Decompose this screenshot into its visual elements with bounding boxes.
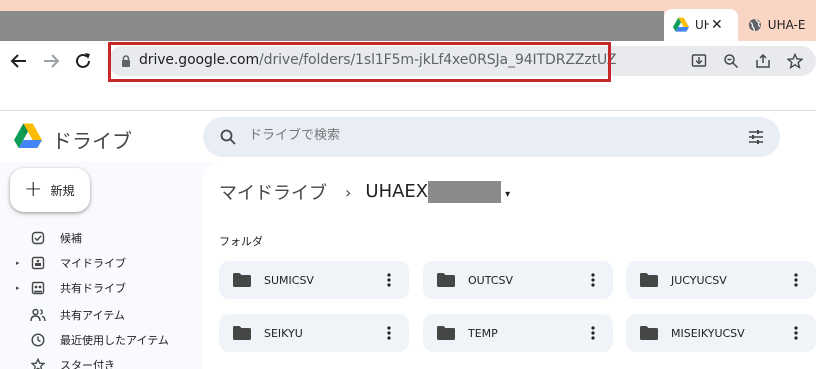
download-icon xyxy=(691,54,707,67)
folder-icon xyxy=(233,273,251,287)
expand-caret-icon[interactable]: ▸ xyxy=(16,284,24,292)
google-drive-icon xyxy=(673,17,689,32)
more-options-button[interactable] xyxy=(583,270,603,290)
folder-card[interactable]: JUCYUCSV xyxy=(626,261,816,299)
tab-title: UHA-E xyxy=(767,18,806,32)
folder-card[interactable]: TEMP xyxy=(423,314,613,352)
sidebar-item-label: マイドライブ xyxy=(60,257,126,270)
zoom-out-icon xyxy=(724,54,739,69)
more-vert-icon xyxy=(591,326,595,340)
folder-name: SEIKYU xyxy=(264,327,303,340)
more-options-button[interactable] xyxy=(379,323,399,343)
zoom-button[interactable] xyxy=(721,51,741,71)
sidebar-item-label: スター付き xyxy=(60,359,115,369)
redacted-tab-area xyxy=(0,11,664,41)
folder-card[interactable]: SUMICSV xyxy=(219,261,409,299)
globe-icon xyxy=(748,18,761,32)
star-icon xyxy=(30,357,46,369)
breadcrumb-root[interactable]: マイドライブ xyxy=(219,179,327,205)
tab-title: UHAEX xyxy=(695,18,709,32)
people-icon xyxy=(30,307,46,323)
back-button[interactable] xyxy=(8,50,30,72)
share-icon xyxy=(756,53,770,68)
search-input[interactable] xyxy=(249,128,729,143)
folder-icon xyxy=(437,273,455,287)
folder-name: OUTCSV xyxy=(468,274,513,287)
more-vert-icon xyxy=(387,326,391,340)
more-vert-icon xyxy=(794,326,798,340)
breadcrumb-current[interactable]: UHAEX ▾ xyxy=(365,181,510,203)
breadcrumb: マイドライブ › UHAEX ▾ xyxy=(219,179,510,205)
drive-title: ドライブ xyxy=(52,129,132,153)
star-outline-icon xyxy=(787,53,803,69)
sidebar-item-label: 共有アイテム xyxy=(60,309,125,322)
expand-caret-icon[interactable]: ▸ xyxy=(16,259,24,267)
breadcrumb-separator: › xyxy=(345,182,352,202)
tab-active[interactable]: UHAEX ✕ xyxy=(664,9,738,41)
more-options-button[interactable] xyxy=(786,323,806,343)
plus-icon: + xyxy=(24,177,43,202)
sidebar-item-label: 候補 xyxy=(60,232,82,245)
shared-drive-icon xyxy=(30,280,46,296)
more-vert-icon xyxy=(387,273,391,287)
folder-icon xyxy=(437,326,455,340)
sidebar-item-starred[interactable]: スター付き xyxy=(16,355,115,369)
sidebar-item-recent[interactable]: 最近使用したアイテム xyxy=(16,330,169,350)
drive-header: ドライブ xyxy=(0,110,816,162)
sidebar-item-label: 共有ドライブ xyxy=(60,282,126,295)
arrow-left-icon xyxy=(10,54,26,68)
more-options-button[interactable] xyxy=(786,270,806,290)
folder-card[interactable]: MISEIKYUCSV xyxy=(626,314,816,352)
bookmark-button[interactable] xyxy=(785,51,805,71)
search-bar[interactable] xyxy=(203,117,780,157)
tab-inactive[interactable]: UHA-E xyxy=(740,9,816,41)
folder-name: MISEIKYUCSV xyxy=(671,327,745,340)
folder-icon xyxy=(233,326,251,340)
folder-icon xyxy=(640,326,658,340)
google-drive-logo-icon[interactable] xyxy=(14,123,42,149)
folder-card[interactable]: SEIKYU xyxy=(219,314,409,352)
redacted-folder-name xyxy=(428,181,502,203)
new-button-label: 新規 xyxy=(50,183,75,198)
arrow-right-icon xyxy=(44,54,60,68)
folder-name: SUMICSV xyxy=(264,274,314,287)
close-tab-icon[interactable]: ✕ xyxy=(711,17,723,33)
new-button[interactable]: + 新規 xyxy=(10,168,90,212)
folders-section-label: フォルダ xyxy=(219,235,263,248)
check-box-icon xyxy=(30,230,46,246)
sidebar-item-my-drive[interactable]: ▸ マイドライブ xyxy=(16,253,126,273)
reload-button[interactable] xyxy=(72,50,94,72)
tune-icon[interactable] xyxy=(747,128,765,146)
tab-strip: UHAEX ✕ UHA-E xyxy=(0,0,816,41)
search-icon[interactable] xyxy=(219,128,237,146)
more-vert-icon xyxy=(794,273,798,287)
sidebar-item-shared-drives[interactable]: ▸ 共有ドライブ xyxy=(16,278,126,298)
folder-name: JUCYUCSV xyxy=(671,274,727,287)
folder-name: TEMP xyxy=(468,327,498,340)
install-app-button[interactable] xyxy=(689,51,709,71)
clock-icon xyxy=(30,332,46,348)
folder-card[interactable]: OUTCSV xyxy=(423,261,613,299)
url-highlight-box xyxy=(108,42,611,82)
sidebar-item-shared-with-me[interactable]: 共有アイテム xyxy=(16,305,125,325)
more-options-button[interactable] xyxy=(583,323,603,343)
sidebar-item-label: 最近使用したアイテム xyxy=(60,334,169,347)
share-button[interactable] xyxy=(753,51,773,71)
more-options-button[interactable] xyxy=(379,270,399,290)
my-drive-icon xyxy=(30,255,46,271)
forward-button[interactable] xyxy=(40,50,62,72)
reload-icon xyxy=(76,53,90,68)
breadcrumb-current-label: UHAEX xyxy=(365,181,429,202)
more-vert-icon xyxy=(591,273,595,287)
caret-down-icon[interactable]: ▾ xyxy=(505,189,510,200)
sidebar-item-suggested[interactable]: 候補 xyxy=(16,228,82,248)
folder-icon xyxy=(640,273,658,287)
browser-toolbar: drive.google.com/drive/folders/1sl1F5m-j… xyxy=(0,41,816,82)
